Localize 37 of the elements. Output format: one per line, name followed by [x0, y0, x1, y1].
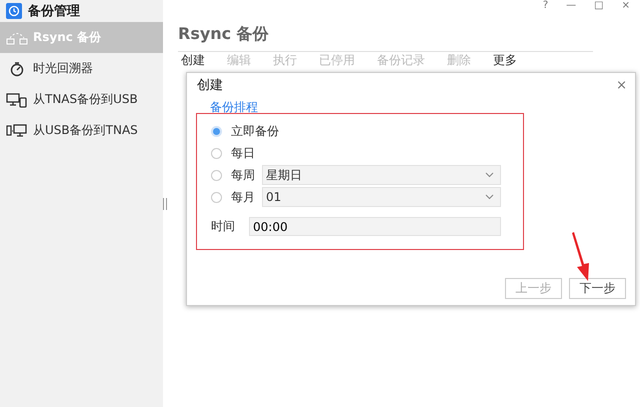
window-control[interactable]: × [622, 0, 630, 14]
monitor-device-icon [6, 92, 28, 108]
chevron-icon [485, 194, 494, 200]
time-field[interactable]: 00:00 [249, 217, 501, 236]
device-monitor-icon [6, 122, 28, 138]
sidebar-item[interactable]: 时光回溯器 [0, 53, 163, 84]
backup-app-icon [6, 3, 22, 19]
page-title: Rsync 备份 [178, 24, 593, 52]
dropdown[interactable]: 星期日 [262, 165, 501, 185]
window-control[interactable]: — [566, 0, 576, 14]
splitter-handle[interactable] [163, 198, 167, 210]
radio-button[interactable] [211, 148, 222, 158]
dialog-title: 创建 [197, 77, 223, 94]
app-title: 备份管理 [28, 3, 80, 20]
radio-button[interactable] [211, 126, 222, 136]
radio-label: 每周 [231, 166, 256, 184]
radio-button[interactable] [211, 170, 222, 180]
step-button[interactable]: 下一步 [569, 278, 626, 299]
radio-button[interactable] [211, 192, 222, 202]
radio-label: 每日 [231, 144, 256, 162]
sidebar-label: 从USB备份到TNAS [33, 122, 138, 139]
radio-label: 立即备份 [231, 122, 279, 140]
sidebar-item[interactable]: 从USB备份到TNAS [0, 115, 163, 146]
chevron-icon [485, 172, 494, 178]
section-title: 备份排程 [210, 99, 258, 116]
time-label: 时间 [211, 218, 236, 235]
dropdown[interactable]: 01 [262, 187, 501, 207]
sidebar-item[interactable]: 从TNAS备份到USB [0, 84, 163, 115]
close-button[interactable]: × [616, 78, 627, 92]
radio-label: 每月 [231, 188, 256, 206]
window-control[interactable]: ? [542, 0, 548, 14]
window-control[interactable]: □ [594, 0, 604, 14]
sidebar-label: 时光回溯器 [33, 60, 93, 77]
sidebar-label: 从TNAS备份到USB [33, 91, 138, 108]
toolbar-button[interactable]: 更多 [493, 53, 517, 67]
toolbar-button[interactable]: 创建 [181, 53, 205, 67]
sidebar-label: Rsync 备份 [33, 29, 102, 46]
